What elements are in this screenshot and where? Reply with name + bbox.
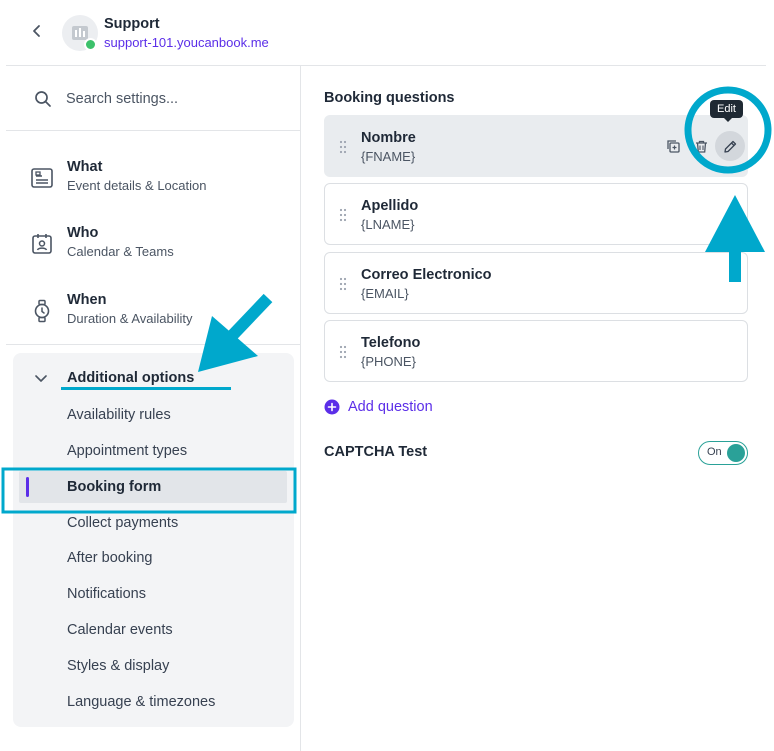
sidebar-item-label: Booking form [67, 479, 162, 495]
sidebar-item-language-timezones[interactable]: Language & timezones [13, 686, 294, 718]
sidebar-item-title: What [67, 159, 103, 175]
page-title: Support [104, 16, 160, 32]
plus-circle-icon [324, 399, 340, 415]
booking-page-link[interactable]: support-101.youcanbook.me [104, 35, 269, 50]
question-card-nombre[interactable]: Nombre {FNAME} [324, 115, 748, 177]
question-label: Apellido [361, 198, 419, 214]
question-token: {PHONE} [361, 354, 416, 369]
active-indicator [26, 477, 29, 497]
delete-button[interactable] [691, 136, 711, 156]
captcha-toggle[interactable]: On [698, 441, 748, 465]
sidebar-item-subtitle: Calendar & Teams [67, 244, 174, 259]
question-label: Correo Electronico [361, 267, 492, 283]
settings-sidebar: What Event details & Location Who Calend… [6, 66, 301, 751]
edit-button[interactable] [715, 131, 745, 161]
pencil-icon [723, 140, 736, 153]
sidebar-item-appointment-types[interactable]: Appointment types [13, 435, 294, 467]
question-label: Telefono [361, 335, 421, 351]
question-card-apellido[interactable]: Apellido {LNAME} [324, 183, 748, 245]
trash-icon [695, 140, 707, 153]
sidebar-item-label: Notifications [67, 586, 146, 602]
chevron-left-icon [33, 25, 40, 37]
sidebar-item-when[interactable]: When Duration & Availability [6, 287, 301, 339]
sidebar-divider [6, 130, 301, 131]
sidebar-divider [6, 344, 301, 345]
sidebar-item-calendar-events[interactable]: Calendar events [13, 614, 294, 646]
sidebar-item-label: Appointment types [67, 443, 188, 459]
watch-icon [34, 299, 50, 323]
question-token: {LNAME} [361, 217, 415, 232]
sidebar-item-what[interactable]: What Event details & Location [6, 154, 301, 206]
additional-options-title: Additional options [67, 370, 195, 386]
duplicate-icon [666, 139, 680, 153]
sidebar-item-title: When [67, 292, 107, 308]
search-input[interactable] [66, 86, 286, 112]
booking-form-main: Booking questions Nombre {FNAME} Apellid… [302, 66, 774, 751]
back-button[interactable] [26, 20, 48, 42]
sidebar-item-subtitle: Event details & Location [67, 178, 207, 193]
question-token: {FNAME} [361, 149, 416, 164]
online-status-dot [84, 38, 97, 51]
section-title: Booking questions [324, 90, 455, 106]
sidebar-item-who[interactable]: Who Calendar & Teams [6, 220, 301, 272]
edit-tooltip: Edit [710, 100, 743, 122]
chevron-down-icon [35, 375, 47, 382]
search-icon [35, 91, 51, 107]
question-card-correo[interactable]: Correo Electronico {EMAIL} [324, 252, 748, 314]
drag-handle-icon[interactable] [339, 277, 347, 291]
question-card-telefono[interactable]: Telefono {PHONE} [324, 320, 748, 382]
sidebar-item-booking-form[interactable]: Booking form [19, 471, 287, 503]
sidebar-item-label: Calendar events [67, 622, 173, 638]
sidebar-item-title: Who [67, 225, 99, 241]
toggle-state-label: On [707, 446, 722, 458]
sidebar-item-collect-payments[interactable]: Collect payments [13, 507, 294, 539]
sidebar-item-after-booking[interactable]: After booking [13, 542, 294, 574]
question-label: Nombre [361, 130, 416, 146]
sidebar-item-label: After booking [67, 550, 153, 566]
sidebar-item-label: Styles & display [67, 658, 170, 674]
question-token: {EMAIL} [361, 286, 409, 301]
calendar-person-icon [32, 234, 52, 254]
document-icon [31, 168, 53, 188]
captcha-label: CAPTCHA Test [324, 444, 428, 460]
duplicate-button[interactable] [663, 136, 683, 156]
drag-handle-icon[interactable] [339, 345, 347, 359]
additional-options-panel: Additional options Availability rules Ap… [13, 353, 294, 727]
sidebar-item-availability-rules[interactable]: Availability rules [13, 399, 294, 431]
additional-options-toggle[interactable]: Additional options [13, 363, 294, 393]
app-header: Support support-101.youcanbook.me [0, 0, 774, 66]
sidebar-item-notifications[interactable]: Notifications [13, 578, 294, 610]
drag-handle-icon[interactable] [339, 140, 347, 154]
sidebar-item-label: Language & timezones [67, 694, 216, 710]
search-bar [6, 80, 301, 118]
add-question-button[interactable]: Add question [324, 396, 433, 418]
add-question-label: Add question [348, 399, 433, 415]
sidebar-item-subtitle: Duration & Availability [67, 311, 193, 326]
toggle-knob [727, 444, 745, 462]
sidebar-item-styles-display[interactable]: Styles & display [13, 650, 294, 682]
drag-handle-icon[interactable] [339, 208, 347, 222]
sidebar-item-label: Availability rules [67, 407, 171, 423]
sidebar-item-label: Collect payments [67, 515, 179, 531]
